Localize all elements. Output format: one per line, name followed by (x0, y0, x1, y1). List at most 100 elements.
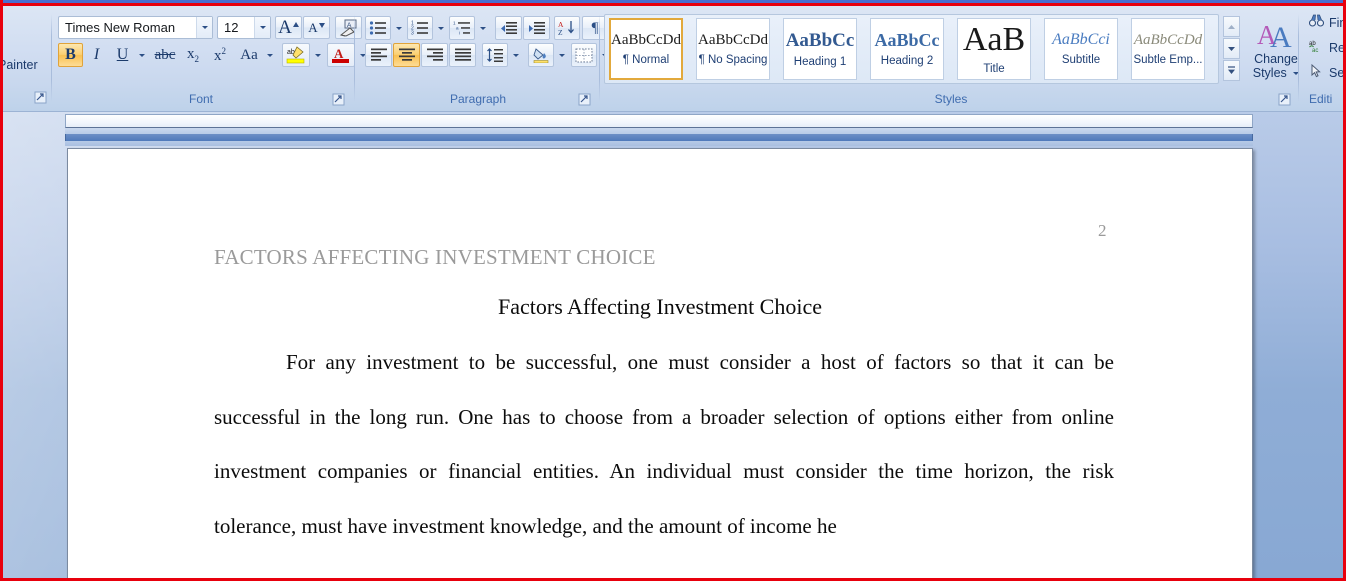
font-group-label: Font (188, 92, 213, 106)
svg-text:ac: ac (1312, 48, 1318, 53)
paint-bucket-icon (533, 48, 549, 63)
clear-formatting-icon: A (339, 19, 356, 37)
more-styles-icon (1228, 66, 1235, 74)
styles-scroll-buttons[interactable] (1223, 16, 1240, 82)
format-painter-button[interactable]: Painter (0, 54, 51, 76)
style-name: Heading 1 (793, 55, 847, 68)
multilevel-list-icon: 1 a i (453, 21, 470, 36)
style-sample: AaBbCcDd (698, 31, 768, 48)
binoculars-icon (1308, 14, 1325, 31)
document-workspace: 2 FACTORS AFFECTING INVESTMENT CHOICE Fa… (3, 112, 1343, 578)
bold-label: B (65, 46, 76, 63)
format-painter-label: Painter (0, 58, 38, 72)
shading-button[interactable] (528, 43, 554, 67)
style-tile-heading-2[interactable]: AaBbCc Heading 2 (870, 18, 944, 80)
horizontal-ruler[interactable] (65, 114, 1253, 128)
style-name: ¶ No Spacing (698, 53, 768, 66)
bold-button[interactable]: B (58, 43, 83, 67)
clear-formatting-button[interactable]: A (335, 16, 362, 39)
numbering-button[interactable]: 1 2 3 (407, 16, 433, 40)
sort-button[interactable]: A Z (554, 16, 580, 40)
style-tile-no-spacing[interactable]: AaBbCcDd ¶ No Spacing (696, 18, 770, 80)
change-styles-label-line2: Styles (1253, 66, 1300, 80)
increase-indent-button[interactable] (523, 16, 550, 40)
page-number: 2 (1098, 221, 1107, 240)
editing-item-label: Sel (1329, 65, 1346, 80)
align-left-button[interactable] (365, 43, 392, 67)
sort-az-icon: A Z (558, 20, 574, 36)
decrease-indent-button[interactable] (495, 16, 522, 40)
italic-button[interactable]: I (84, 43, 109, 67)
ruler-indent-band[interactable] (65, 134, 1253, 141)
superscript-button[interactable]: x2 (207, 43, 233, 67)
line-spacing-button[interactable] (482, 43, 508, 67)
grow-font-arrow-icon (292, 22, 299, 27)
multilevel-list-dropdown-arrow-icon[interactable] (476, 16, 489, 40)
shading-dropdown-arrow-icon[interactable] (555, 43, 568, 67)
text-highlight-color-button[interactable]: ab (282, 43, 310, 67)
styles-dialog-launcher-icon[interactable] (1278, 93, 1291, 106)
document-page[interactable]: 2 FACTORS AFFECTING INVESTMENT CHOICE Fa… (67, 148, 1253, 578)
strikethrough-button[interactable]: abc (151, 43, 179, 67)
font-color-button[interactable]: A (327, 43, 355, 67)
italic-label: I (93, 46, 100, 63)
font-size-dropdown-arrow-icon[interactable] (254, 17, 270, 38)
select-cursor-icon (1309, 63, 1324, 81)
underline-label: U (116, 46, 129, 63)
bullet-list-icon (369, 21, 386, 35)
align-right-button[interactable] (421, 43, 448, 67)
justify-button[interactable] (449, 43, 476, 67)
underline-dropdown-arrow-icon[interactable] (135, 43, 149, 67)
numbering-dropdown-arrow-icon[interactable] (434, 16, 447, 40)
editing-group-label: Editi (1309, 92, 1333, 106)
style-name: Title (983, 63, 1005, 75)
style-name: Subtitle (1061, 54, 1101, 66)
change-case-dropdown-arrow-icon[interactable] (263, 43, 276, 67)
line-spacing-dropdown-arrow-icon[interactable] (509, 43, 522, 67)
ribbon-group-clipboard: Painter (0, 10, 52, 108)
change-case-button[interactable]: Aa (235, 43, 263, 67)
bullets-dropdown-arrow-icon[interactable] (392, 16, 405, 40)
underline-button[interactable]: U (110, 43, 135, 67)
svg-text:A: A (334, 46, 344, 61)
align-center-button[interactable] (393, 43, 420, 67)
change-styles-button[interactable]: A A Change Styles (1248, 14, 1304, 84)
paragraph-dialog-launcher-icon[interactable] (578, 93, 591, 106)
editing-item-fin[interactable]: Fin (1308, 14, 1343, 31)
shrink-font-button[interactable]: A (303, 16, 330, 39)
subscript-button[interactable]: x2 (180, 43, 206, 67)
styles-scroll-down-button[interactable] (1223, 38, 1240, 59)
grow-font-button[interactable]: A (275, 16, 302, 39)
borders-button[interactable] (571, 43, 597, 67)
highlight-color-dropdown-arrow-icon[interactable] (311, 43, 324, 67)
styles-scroll-up-button[interactable] (1223, 16, 1240, 37)
highlighter-icon: ab (286, 46, 305, 64)
bullets-button[interactable] (365, 16, 391, 40)
style-sample: AaBbCcDd (611, 31, 681, 48)
style-tile-normal[interactable]: AaBbCcDd ¶ Normal (609, 18, 683, 80)
font-dialog-launcher-icon[interactable] (332, 93, 345, 106)
font-name-dropdown-arrow-icon[interactable] (196, 17, 212, 38)
clipboard-dialog-launcher-icon[interactable] (34, 91, 47, 104)
editing-item-rep[interactable]: abac Rep (1309, 39, 1345, 56)
ribbon-group-styles: AaBbCcDd ¶ Normal AaBbCcDd ¶ No Spacing AaBb… (603, 10, 1300, 108)
editing-item-sel[interactable]: Sel (1309, 63, 1346, 81)
font-size-value: 12 (224, 20, 239, 35)
align-center-icon (398, 48, 415, 61)
strikethrough-label: abc (154, 46, 176, 63)
style-tile-title[interactable]: AaB Title (957, 18, 1031, 80)
font-name-combo[interactable]: Times New Roman (58, 16, 213, 39)
editing-item-label: Rep (1329, 40, 1345, 55)
chevron-up-icon (1228, 24, 1235, 29)
style-tile-subtitle[interactable]: AaBbCci Subtitle (1044, 18, 1118, 80)
document-title: Factors Affecting Investment Choice (497, 294, 823, 319)
styles-group-label: Styles (934, 92, 968, 106)
styles-more-button[interactable] (1223, 60, 1240, 81)
font-color-icon: A (332, 46, 349, 63)
style-tile-subtle-emp[interactable]: AaBbCcDd Subtle Emp... (1131, 18, 1205, 80)
style-tile-heading-1[interactable]: AaBbCc Heading 1 (783, 18, 857, 80)
multilevel-list-button[interactable]: 1 a i (449, 16, 475, 40)
change-styles-label-text: Styles (1252, 65, 1287, 80)
font-size-combo[interactable]: 12 (217, 16, 271, 39)
align-left-icon (370, 48, 387, 61)
